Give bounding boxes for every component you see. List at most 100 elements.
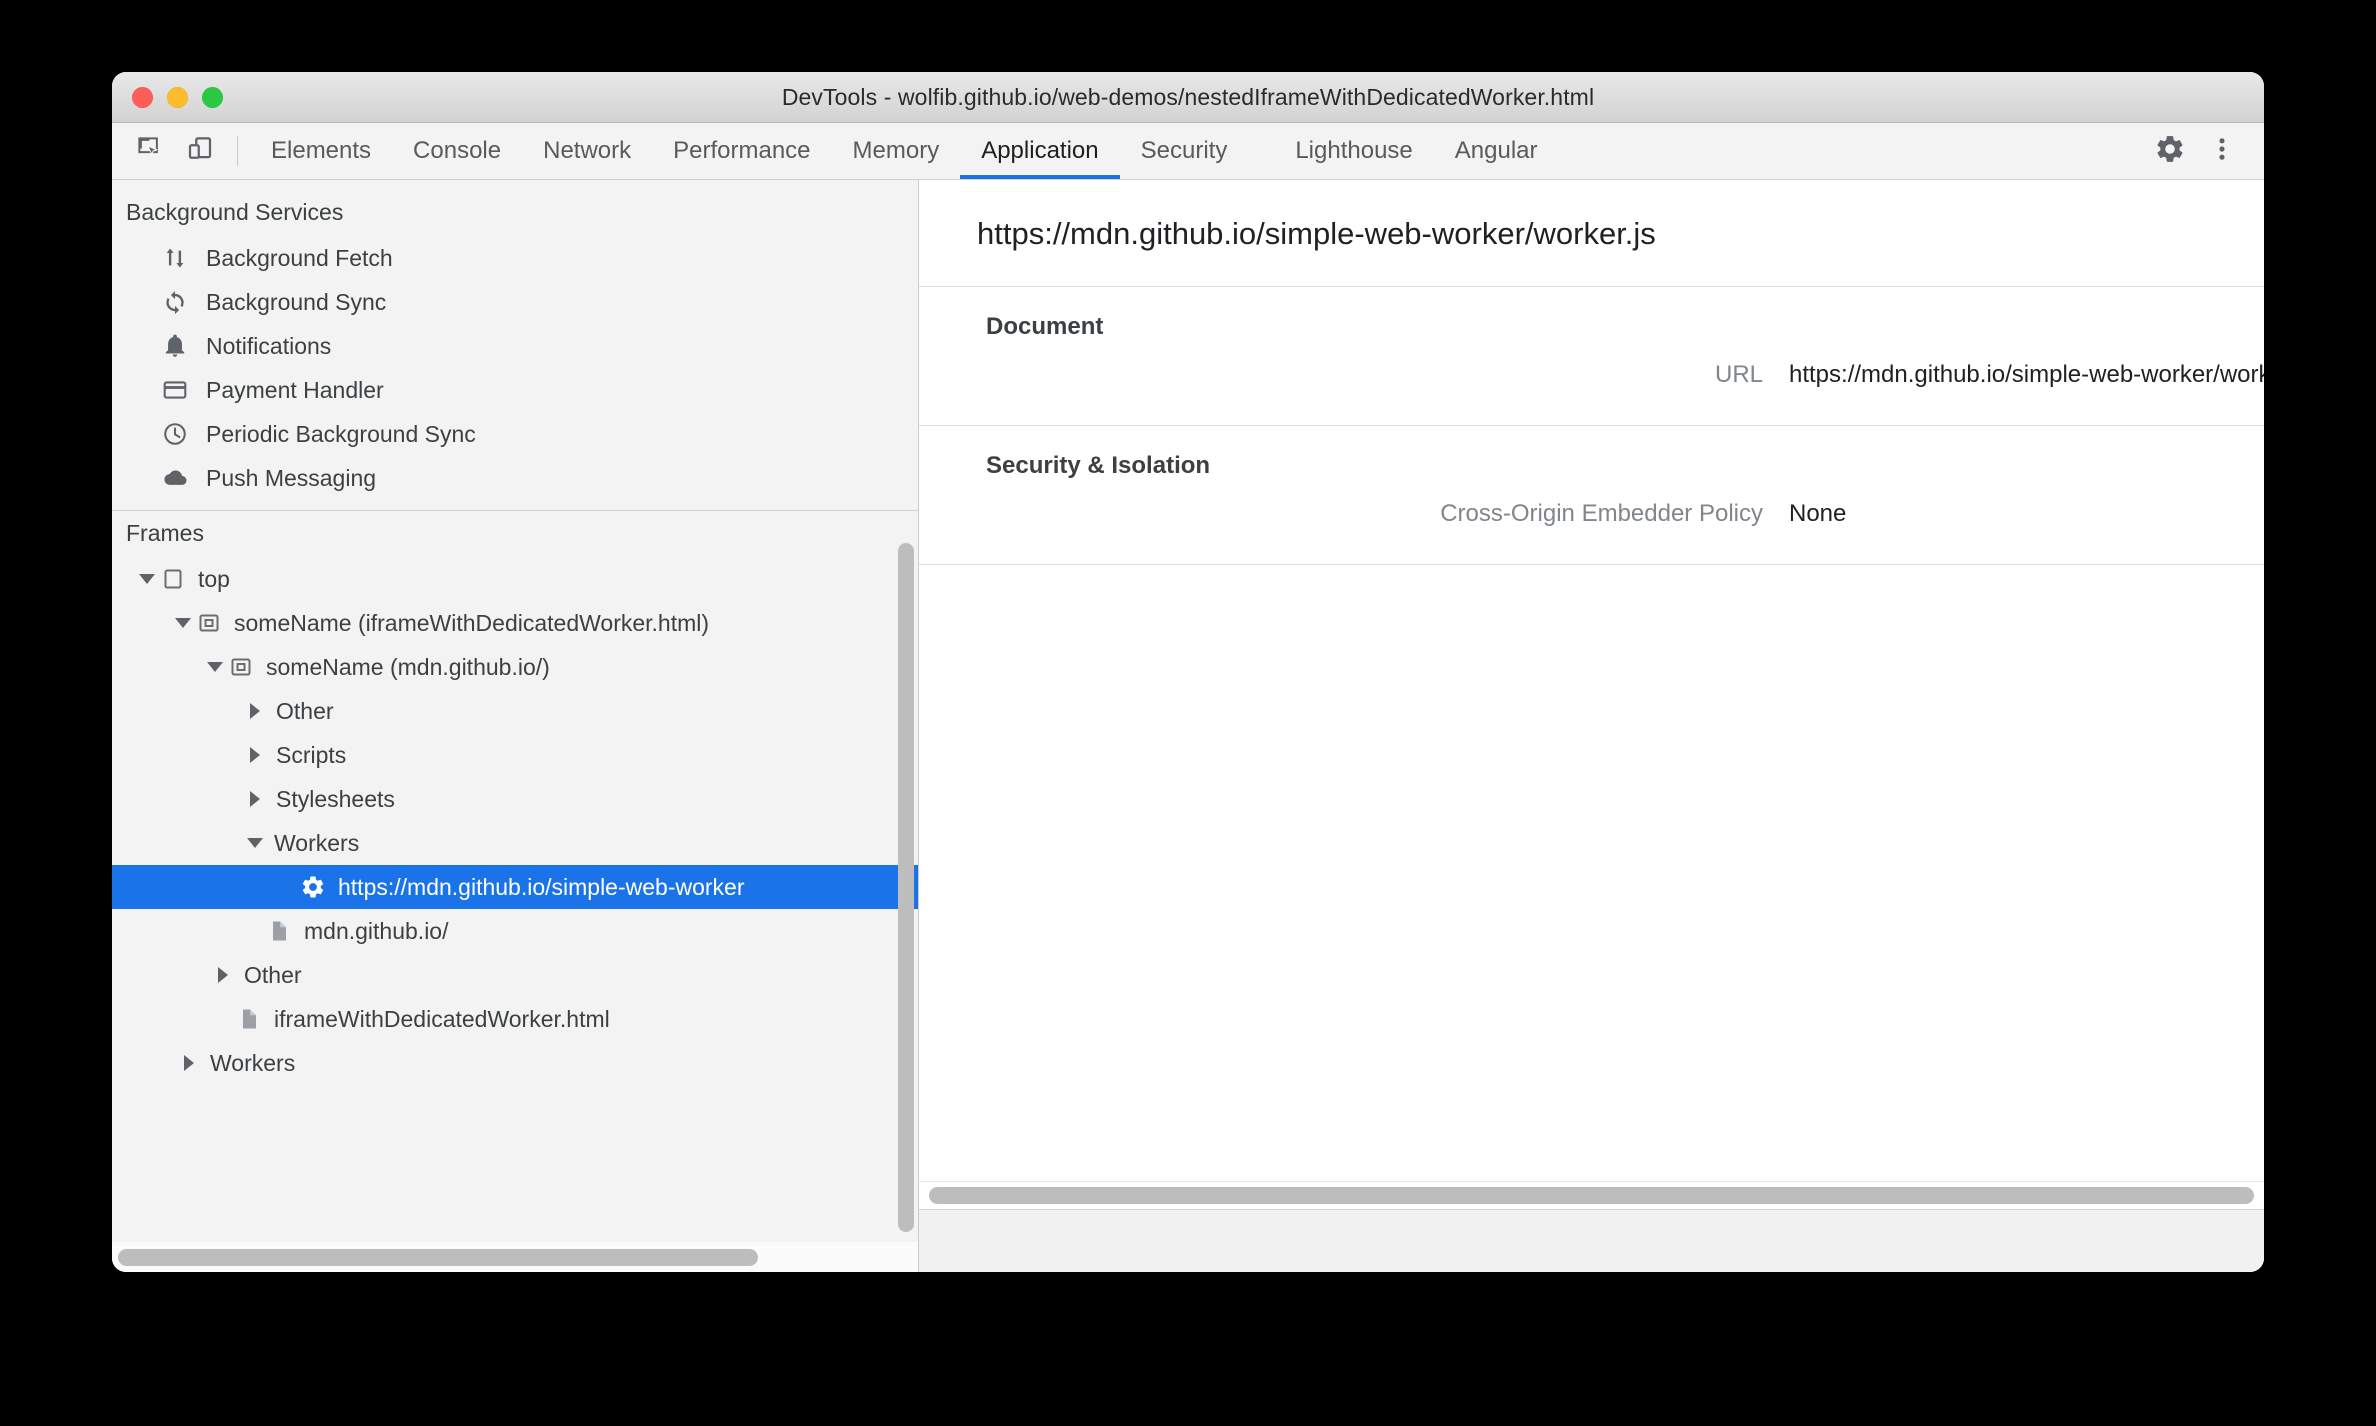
device-toolbar-button[interactable] <box>175 123 225 179</box>
sidebar-horizontal-scrollbar[interactable] <box>112 1242 918 1272</box>
tab-console[interactable]: Console <box>392 123 522 179</box>
tab-label: Application <box>981 137 1099 164</box>
coep-label: Cross-Origin Embedder Policy <box>1440 500 1763 527</box>
tab-label: Performance <box>673 137 811 164</box>
url-value[interactable]: https://mdn.github.io/simple-web-worker/… <box>1789 361 2264 389</box>
zoom-window-button[interactable] <box>202 86 223 108</box>
panel-empty-space <box>919 565 2264 1181</box>
tab-label: Memory <box>852 137 940 164</box>
tree-row-workers-inner[interactable]: Workers <box>112 821 918 865</box>
sidebar-item-label: Notifications <box>206 332 332 359</box>
sidebar-item-background-sync[interactable]: Background Sync <box>112 280 918 324</box>
tree-row-workers-outer[interactable]: Workers <box>112 1041 918 1085</box>
main-scrollbar-thumb[interactable] <box>929 1187 2254 1204</box>
cloud-icon <box>158 463 192 493</box>
sidebar-item-periodic-background-sync[interactable]: Periodic Background Sync <box>112 412 918 456</box>
clock-icon <box>158 419 192 449</box>
tree-row-label: Other <box>244 961 302 988</box>
tab-application[interactable]: Application <box>960 123 1121 179</box>
sidebar-item-label: Background Fetch <box>206 244 393 271</box>
tree-row-label: mdn.github.io/ <box>304 917 449 944</box>
sidebar-item-payment-handler[interactable]: Payment Handler <box>112 368 918 412</box>
toolbar-divider <box>237 136 238 166</box>
tree-row-stylesheets[interactable]: Stylesheets <box>112 777 918 821</box>
tree-row-top[interactable]: top <box>112 557 918 601</box>
tree-row-label: someName (mdn.github.io/) <box>266 653 550 680</box>
main-horizontal-scrollbar[interactable] <box>919 1181 2264 1209</box>
chevron-right-icon[interactable] <box>244 791 266 807</box>
tree-row-label: top <box>198 565 230 592</box>
more-options-button[interactable] <box>2196 123 2248 180</box>
window-title: DevTools - wolfib.github.io/web-demos/ne… <box>781 83 1595 110</box>
tab-lighthouse[interactable]: Lighthouse <box>1274 123 1433 179</box>
tab-memory[interactable]: Memory <box>832 123 961 179</box>
chevron-right-icon[interactable] <box>244 703 266 719</box>
tab-label: Network <box>543 137 632 164</box>
background-services-section: Background Services Background Fetch Bac… <box>112 180 918 511</box>
sidebar-item-background-fetch[interactable]: Background Fetch <box>112 236 918 280</box>
tab-performance[interactable]: Performance <box>652 123 831 179</box>
tab-angular[interactable]: Angular <box>1434 123 1559 179</box>
chevron-down-icon[interactable] <box>204 662 226 672</box>
devtools-toolbar: Elements Console Network Performance Mem… <box>112 123 2264 180</box>
panel-footer-strip <box>919 1209 2264 1272</box>
background-fetch-icon <box>158 243 192 273</box>
minimize-window-button[interactable] <box>167 86 188 108</box>
frame-details-panel: https://mdn.github.io/simple-web-worker/… <box>919 180 2264 1272</box>
tree-row-label: Stylesheets <box>276 785 395 812</box>
tab-label: Console <box>413 137 502 164</box>
sidebar-item-label: Payment Handler <box>206 376 384 403</box>
tab-security[interactable]: Security <box>1120 123 1249 179</box>
devtools-window: DevTools - wolfib.github.io/web-demos/ne… <box>112 72 2264 1272</box>
document-section: Document URL https://mdn.github.io/simpl… <box>919 287 2264 426</box>
frames-header: Frames <box>126 520 204 546</box>
document-icon <box>264 919 294 943</box>
settings-button[interactable] <box>2144 123 2196 180</box>
chevron-down-icon[interactable] <box>136 574 158 584</box>
iframe-icon <box>226 655 256 679</box>
section-heading: Document <box>986 313 1104 340</box>
sidebar-vertical-scrollbar[interactable] <box>898 543 914 1232</box>
sidebar-item-label: Periodic Background Sync <box>206 420 476 447</box>
tab-label: Lighthouse <box>1295 137 1413 164</box>
tree-row-iframe-mdn[interactable]: someName (mdn.github.io/) <box>112 645 918 689</box>
gear-icon <box>2154 133 2186 170</box>
inspect-element-icon <box>135 134 165 169</box>
chevron-right-icon[interactable] <box>212 967 234 983</box>
tree-row-other-outer[interactable]: Other <box>112 953 918 997</box>
tab-elements[interactable]: Elements <box>250 123 392 179</box>
tree-row-iframe-html-doc[interactable]: iframeWithDedicatedWorker.html <box>112 997 918 1041</box>
sidebar-scrollbar-thumb[interactable] <box>118 1248 758 1266</box>
background-services-header: Background Services <box>126 199 344 225</box>
tree-row-label: Scripts <box>276 741 347 768</box>
window-titlebar: DevTools - wolfib.github.io/web-demos/ne… <box>112 72 2264 123</box>
page-title: https://mdn.github.io/simple-web-worker/… <box>919 180 2264 287</box>
chevron-right-icon[interactable] <box>178 1055 200 1071</box>
security-isolation-section: Security & Isolation Cross-Origin Embedd… <box>919 426 2264 565</box>
credit-card-icon <box>158 375 192 405</box>
tree-row-label: Workers <box>274 829 360 856</box>
sidebar-item-push-messaging[interactable]: Push Messaging <box>112 456 918 500</box>
close-window-button[interactable] <box>132 86 153 108</box>
section-heading: Security & Isolation <box>986 452 1211 479</box>
tree-row-worker-selected[interactable]: https://mdn.github.io/simple-web-worker <box>112 865 918 909</box>
tree-row-iframe-dedicated-worker[interactable]: someName (iframeWithDedicatedWorker.html… <box>112 601 918 645</box>
tab-network[interactable]: Network <box>522 123 652 179</box>
url-row: URL https://mdn.github.io/simple-web-wor… <box>919 347 2264 395</box>
chevron-down-icon[interactable] <box>172 618 194 628</box>
application-sidebar: Background Services Background Fetch Bac… <box>112 180 919 1272</box>
tree-row-label: https://mdn.github.io/simple-web-worker <box>338 873 745 900</box>
inspect-element-button[interactable] <box>125 123 175 179</box>
sidebar-item-label: Background Sync <box>206 288 387 315</box>
sidebar-item-notifications[interactable]: Notifications <box>112 324 918 368</box>
chevron-right-icon[interactable] <box>244 747 266 763</box>
tab-label: Security <box>1140 137 1228 164</box>
chevron-down-icon[interactable] <box>244 838 266 848</box>
tree-row-label: someName (iframeWithDedicatedWorker.html… <box>234 609 710 636</box>
tree-row-other-inner[interactable]: Other <box>112 689 918 733</box>
tree-row-scripts[interactable]: Scripts <box>112 733 918 777</box>
frame-details-scroll: https://mdn.github.io/simple-web-worker/… <box>919 180 2264 1209</box>
frames-section: Frames top someName (iframeWithDedicated… <box>112 511 918 1242</box>
tab-label: Elements <box>271 137 372 164</box>
tree-row-mdn-github-io[interactable]: mdn.github.io/ <box>112 909 918 953</box>
